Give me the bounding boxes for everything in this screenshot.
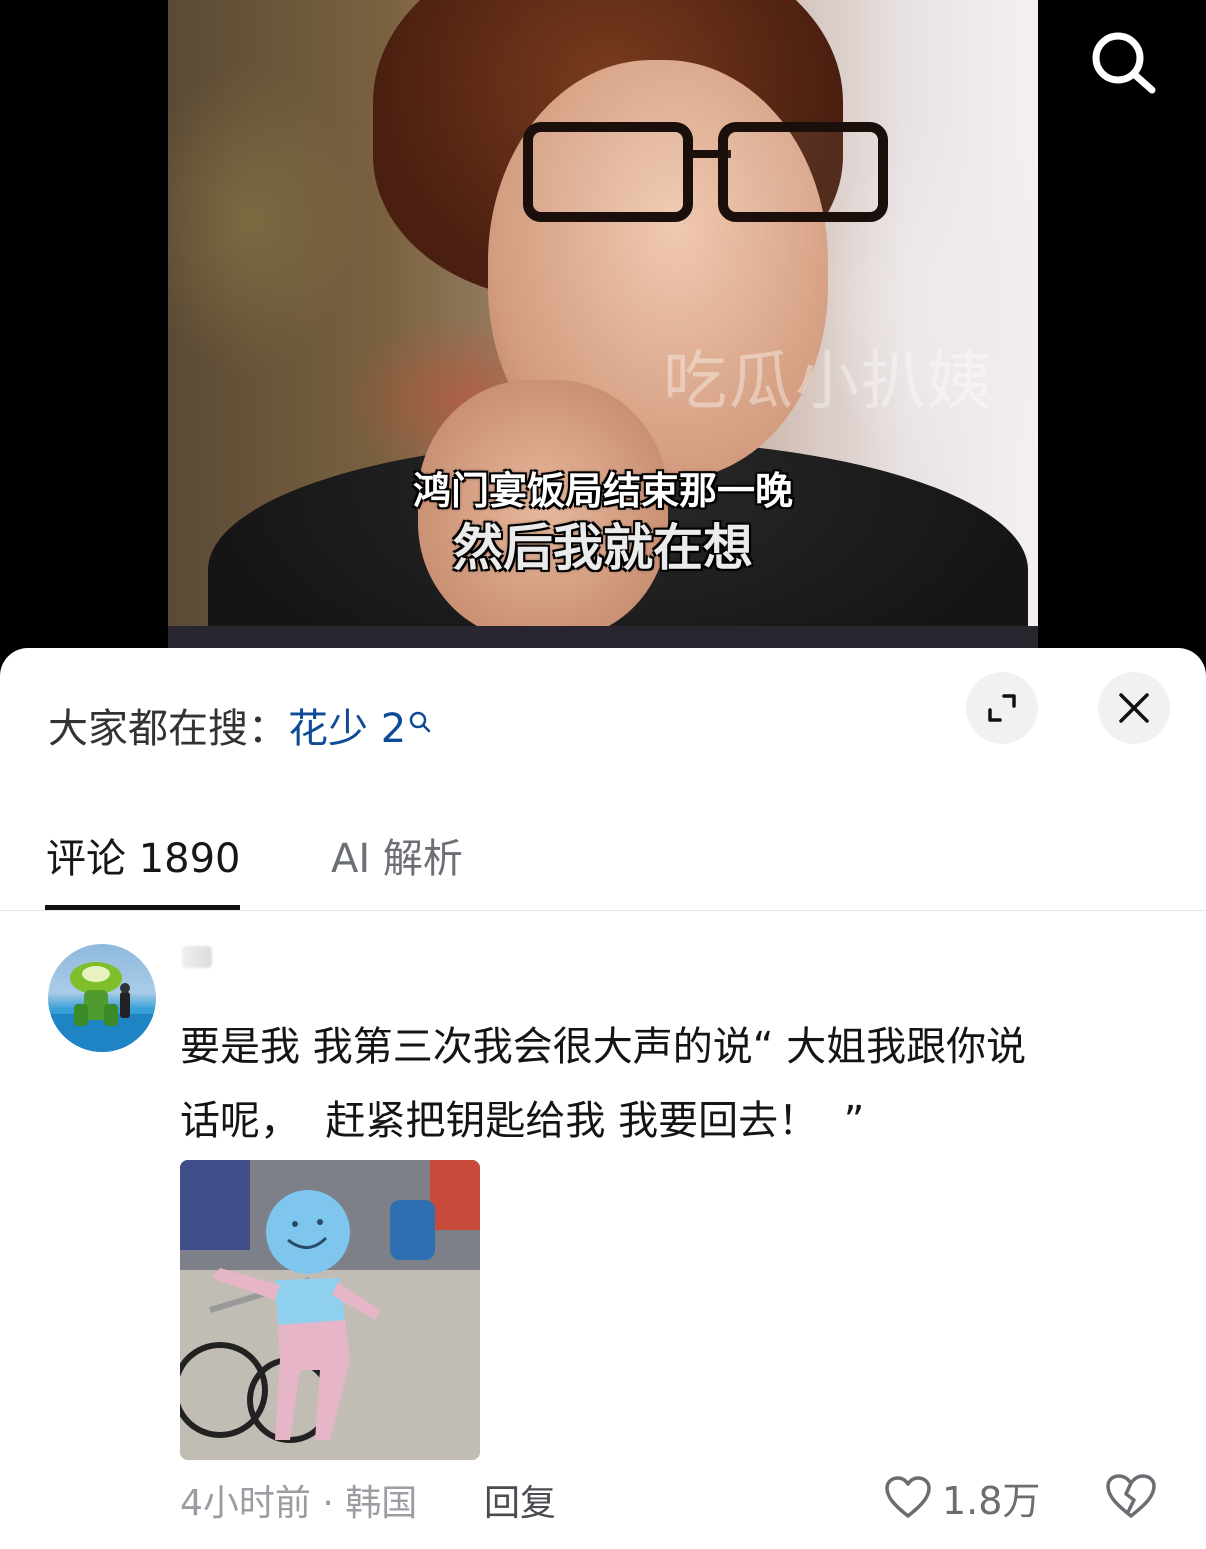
video-subtitle-line2: 然后我就在想 <box>453 519 753 577</box>
avatar[interactable] <box>48 944 156 1052</box>
hot-search-bar[interactable]: 大家都在搜：花少 2 <box>48 696 432 754</box>
search-button[interactable] <box>1086 26 1160 100</box>
comment-time-location: 4小时前 · 韩国 <box>180 1483 418 1524</box>
close-button[interactable] <box>1098 672 1170 744</box>
username-blurred[interactable] <box>182 946 212 968</box>
like-count: 1.8万 <box>942 1478 1041 1523</box>
dislike-button[interactable] <box>1104 1472 1158 1522</box>
expand-icon <box>988 694 1016 722</box>
video-frame[interactable]: 吃瓜小扒姨 鸿门宴饭局结束那一晚 然后我就在想 <box>168 0 1038 626</box>
broken-heart-icon <box>1106 1474 1156 1518</box>
video-progress-bar[interactable] <box>168 626 1038 648</box>
comment-tabs: 评论 1890 AI 解析 <box>0 818 1206 910</box>
search-small-icon <box>408 698 432 744</box>
reply-button[interactable]: 回复 <box>484 1474 556 1526</box>
hot-search-prefix: 大家都在搜： <box>48 706 288 752</box>
hot-search-term[interactable]: 花少 2 <box>288 706 406 752</box>
video-person-glasses <box>513 110 903 222</box>
video-subtitle-line1: 鸿门宴饭局结束那一晚 <box>412 469 793 513</box>
tab-comments[interactable]: 评论 1890 <box>46 826 241 884</box>
comment-text: 要是我 我第三次我会很大声的说“ 大姐我跟你说 话呢， 赶紧把钥匙给我 我要回去… <box>180 1024 1027 1144</box>
tab-divider <box>0 910 1206 911</box>
comment-image[interactable] <box>180 1160 480 1460</box>
video-watermark: 吃瓜小扒姨 <box>663 345 993 419</box>
comment-sheet: 大家都在搜：花少 2 评论 1890 AI 解析 要是我 我第三次我会很大声的说… <box>0 648 1206 1549</box>
like-button[interactable]: 1.8万 <box>884 1472 1041 1523</box>
tab-ai-analysis[interactable]: AI 解析 <box>331 826 463 884</box>
avatar-robot-image <box>48 962 156 1052</box>
video-player[interactable]: 吃瓜小扒姨 鸿门宴饭局结束那一晚 然后我就在想 <box>0 0 1206 660</box>
close-icon <box>1119 693 1149 723</box>
expand-button[interactable] <box>966 672 1038 744</box>
comment-meme-image <box>180 1160 480 1460</box>
heart-icon <box>885 1476 931 1518</box>
search-icon <box>1092 32 1156 94</box>
